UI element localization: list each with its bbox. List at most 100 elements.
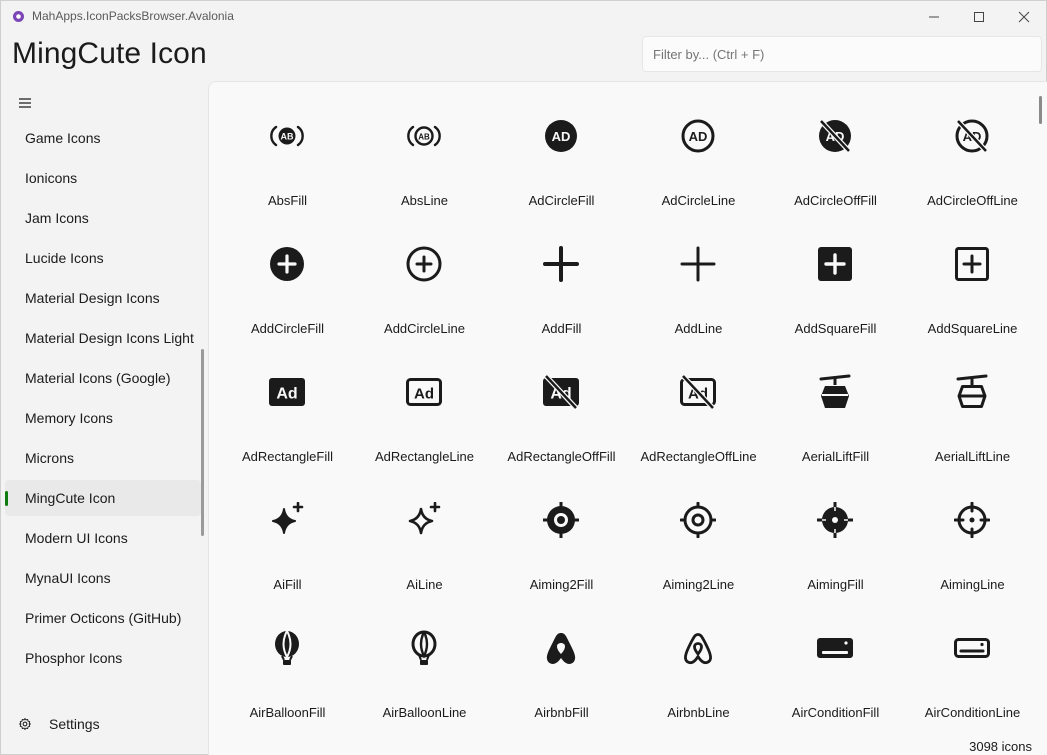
icon-tile[interactable]: AddSquareFill xyxy=(767,216,904,344)
abs-line-icon: AB xyxy=(407,125,441,147)
icon-tile[interactable]: AirBalloonLine xyxy=(356,600,493,728)
icon-tile[interactable]: AirBalloonFill xyxy=(219,600,356,728)
aiming-fill-icon xyxy=(817,502,853,538)
sidebar-scrollbar[interactable] xyxy=(201,349,204,536)
sidebar-item-label: Modern UI Icons xyxy=(25,530,128,546)
gear-icon xyxy=(18,717,32,731)
add-square-fill-icon xyxy=(818,247,852,281)
sidebar-item-label: Game Icons xyxy=(25,130,101,146)
window-title: MahApps.IconPacksBrowser.Avalonia xyxy=(32,9,234,23)
icon-label: AdCircleLine xyxy=(661,193,736,208)
icon-pack-list: Game Icons Ionicons Jam Icons Lucide Ico… xyxy=(5,120,201,680)
icon-tile[interactable]: AD AdCircleLine xyxy=(630,88,767,216)
icon-tile[interactable]: AimingFill xyxy=(767,472,904,600)
icon-label: AirConditionLine xyxy=(924,705,1021,720)
icon-tile[interactable]: AddFill xyxy=(493,216,630,344)
icon-label: AddCircleLine xyxy=(384,321,465,336)
sidebar-item-jam-icons[interactable]: Jam Icons xyxy=(5,200,201,236)
air-balloon-line-icon xyxy=(411,630,437,665)
icon-tile[interactable]: AD AdCircleOffLine xyxy=(904,88,1041,216)
maximize-button[interactable] xyxy=(956,1,1002,33)
ad-circle-off-fill-icon: AD xyxy=(819,119,851,153)
icon-label: AimingFill xyxy=(807,577,864,592)
icon-label: AerialLiftFill xyxy=(801,449,870,464)
add-circle-fill-icon xyxy=(270,247,304,281)
icon-tile[interactable]: Aiming2Fill xyxy=(493,472,630,600)
icon-tile[interactable]: AD AdCircleOffFill xyxy=(767,88,904,216)
add-line-icon xyxy=(680,246,716,282)
ad-rectangle-off-fill-icon: Ad xyxy=(543,374,579,410)
sidebar-item-label: Phosphor Icons xyxy=(25,650,123,666)
icon-label: AirbnbLine xyxy=(667,705,730,720)
icon-tile[interactable]: AddLine xyxy=(630,216,767,344)
sidebar-item-ionicons[interactable]: Ionicons xyxy=(5,160,201,196)
sidebar-item-material-design-icons-light[interactable]: Material Design Icons Light xyxy=(5,320,201,356)
air-balloon-fill-icon xyxy=(275,630,299,665)
add-fill-icon xyxy=(543,246,579,282)
title-bar: MahApps.IconPacksBrowser.Avalonia xyxy=(1,1,1046,33)
minimize-button[interactable] xyxy=(911,1,957,33)
icon-tile[interactable]: Ad AdRectangleOffLine xyxy=(630,344,767,472)
icon-tile[interactable]: AB AbsFill xyxy=(219,88,356,216)
grid-scrollbar[interactable] xyxy=(1039,96,1042,124)
sidebar-item-modern-ui-icons[interactable]: Modern UI Icons xyxy=(5,520,201,556)
air-condition-fill-icon xyxy=(817,638,853,658)
add-circle-line-icon xyxy=(406,246,442,282)
icon-label: AbsFill xyxy=(267,193,307,208)
icon-tile[interactable]: AddSquareLine xyxy=(904,216,1041,344)
icon-label: AimingLine xyxy=(940,577,1005,592)
hamburger-menu-icon[interactable] xyxy=(18,97,32,109)
ai-fill-icon xyxy=(272,502,304,534)
icon-tile[interactable]: Aiming2Line xyxy=(630,472,767,600)
icon-grid-panel: AB AbsFill AB AbsLine AD AdCircleFill AD AdCirc… xyxy=(208,81,1047,755)
settings-button[interactable]: Settings xyxy=(5,707,201,741)
icon-label: AdRectangleOffFill xyxy=(507,449,616,464)
svg-text:Ad: Ad xyxy=(276,386,297,403)
svg-text:AD: AD xyxy=(689,129,708,144)
icon-tile[interactable]: Ad AdRectangleFill xyxy=(219,344,356,472)
search-input[interactable] xyxy=(642,36,1042,72)
icon-tile[interactable]: AerialLiftLine xyxy=(904,344,1041,472)
icon-label: AddLine xyxy=(674,321,723,336)
icon-label: Aiming2Fill xyxy=(529,577,594,592)
airbnb-line-icon xyxy=(684,633,712,665)
icon-tile[interactable]: Ad AdRectangleOffFill xyxy=(493,344,630,472)
icon-tile[interactable]: AirConditionLine xyxy=(904,600,1041,728)
icon-tile[interactable]: AddCircleLine xyxy=(356,216,493,344)
icon-label: AdCircleOffLine xyxy=(927,193,1018,208)
sidebar-item-mynaui-icons[interactable]: MynaUI Icons xyxy=(5,560,201,596)
icon-tile[interactable]: AiLine xyxy=(356,472,493,600)
icon-tile[interactable]: AirConditionFill xyxy=(767,600,904,728)
sidebar-item-microns[interactable]: Microns xyxy=(5,440,201,476)
icon-tile[interactable]: AD AdCircleFill xyxy=(493,88,630,216)
sidebar-item-mingcute-icon[interactable]: MingCute Icon xyxy=(5,480,201,516)
sidebar-item-label: Primer Octicons (GitHub) xyxy=(25,610,182,626)
icon-tile[interactable]: AerialLiftFill xyxy=(767,344,904,472)
icon-label: AirBalloonLine xyxy=(382,705,467,720)
sidebar-item-material-design-icons[interactable]: Material Design Icons xyxy=(5,280,201,316)
icon-label: AiFill xyxy=(273,577,302,592)
aiming2-fill-icon xyxy=(543,502,579,538)
icon-tile[interactable]: AddCircleFill xyxy=(219,216,356,344)
sidebar-item-phosphor-icons[interactable]: Phosphor Icons xyxy=(5,640,201,676)
ad-rectangle-line-icon: Ad xyxy=(406,378,442,406)
icon-tile[interactable]: AiFill xyxy=(219,472,356,600)
icon-label: AdCircleOffFill xyxy=(794,193,877,208)
ad-circle-fill-icon: AD xyxy=(545,120,577,152)
icon-tile[interactable]: AirbnbFill xyxy=(493,600,630,728)
icon-tile[interactable]: AirbnbLine xyxy=(630,600,767,728)
icon-tile[interactable]: Ad AdRectangleLine xyxy=(356,344,493,472)
airbnb-fill-icon xyxy=(546,633,576,664)
add-square-line-icon xyxy=(955,247,989,281)
sidebar-item-game-icons[interactable]: Game Icons xyxy=(5,120,201,156)
icon-tile[interactable]: AimingLine xyxy=(904,472,1041,600)
icon-label: AiLine xyxy=(406,577,443,592)
ad-circle-line-icon: AD xyxy=(681,119,715,153)
sidebar-item-memory-icons[interactable]: Memory Icons xyxy=(5,400,201,436)
icon-tile[interactable]: AB AbsLine xyxy=(356,88,493,216)
sidebar-item-material-icons-google[interactable]: Material Icons (Google) xyxy=(5,360,201,396)
close-button[interactable] xyxy=(1001,1,1047,33)
sidebar-item-lucide-icons[interactable]: Lucide Icons xyxy=(5,240,201,276)
sidebar-item-primer-octicons[interactable]: Primer Octicons (GitHub) xyxy=(5,600,201,636)
icon-label: AirbnbFill xyxy=(534,705,589,720)
